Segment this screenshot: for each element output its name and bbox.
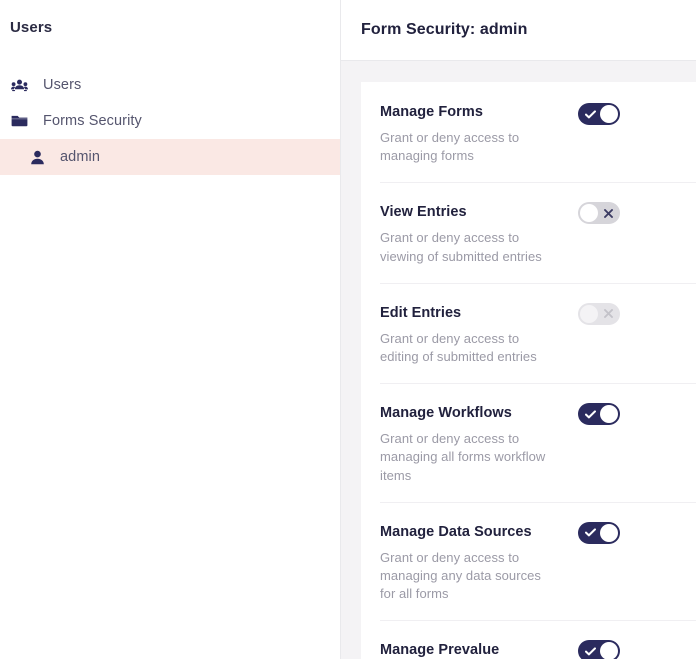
permission-title: Manage Prevalue Sources <box>380 642 500 659</box>
permission-title: View Entries <box>380 204 467 221</box>
check-icon <box>580 640 600 659</box>
permission-description: Grant or deny access to managing any dat… <box>380 549 541 602</box>
toggle-knob <box>580 204 598 223</box>
permission-title: Manage Forms <box>380 104 483 120</box>
sidebar-title: Users <box>10 19 53 36</box>
permission-description: Grant or deny access to viewing of submi… <box>380 230 542 264</box>
app-root: Users Users Forms Security admin Form Secu… <box>0 0 696 659</box>
close-icon <box>598 202 618 224</box>
users-group-icon <box>8 75 30 95</box>
sidebar-item-label: admin <box>60 149 100 165</box>
permission-row: Edit Entries Grant or deny access to edit… <box>380 284 696 385</box>
user-icon <box>26 147 48 167</box>
check-icon <box>580 403 600 425</box>
permission-header: Manage Forms <box>380 102 677 121</box>
permission-header: Manage Data Sources <box>380 522 677 541</box>
permission-header: Manage Workflows <box>380 403 677 422</box>
permission-title: Edit Entries <box>380 304 462 321</box>
toggle-knob <box>600 523 618 542</box>
permission-description: Grant or deny access to managing forms <box>380 130 520 164</box>
permission-toggle[interactable] <box>578 403 620 426</box>
permissions-card: Manage Forms Grant or deny access to mana… <box>361 82 696 659</box>
permission-toggle[interactable] <box>578 640 620 659</box>
permission-row: View Entries Grant or deny access to view… <box>380 183 696 284</box>
card-wrapper: Manage Forms Grant or deny access to mana… <box>341 61 696 659</box>
permission-header: View Entries <box>380 202 677 221</box>
sidebar-item-label: Users <box>43 77 82 93</box>
check-icon <box>580 522 600 544</box>
permission-row: Manage Workflows Grant or deny access to … <box>380 384 696 503</box>
close-icon <box>598 303 618 325</box>
permission-row: Manage Forms Grant or deny access to mana… <box>380 82 696 184</box>
permission-header: Edit Entries <box>380 303 677 322</box>
toggle-knob <box>600 642 618 659</box>
toggle-knob <box>580 304 598 323</box>
permission-row: Manage Prevalue SourcesGrant or deny acc… <box>380 621 696 659</box>
sidebar: Users Users Forms Security admin <box>0 0 341 659</box>
toggle-knob <box>600 105 618 123</box>
permission-description: Grant or deny access to editing of submi… <box>380 330 537 365</box>
permission-toggle[interactable] <box>578 103 620 125</box>
main-panel: Form Security: admin Manage Forms Grant o… <box>341 0 696 659</box>
sidebar-item-admin[interactable]: admin <box>0 139 340 175</box>
check-icon <box>580 103 600 125</box>
sidebar-item-label: Forms Security <box>43 113 142 129</box>
folder-icon <box>8 111 30 131</box>
permission-toggle <box>578 302 620 325</box>
permission-title: Manage Workflows <box>380 405 512 422</box>
permission-toggle[interactable] <box>578 202 620 225</box>
main-header: Form Security: admin <box>341 0 696 61</box>
permission-row: Manage Data Sources Grant or deny access … <box>380 503 696 622</box>
sidebar-nav: Users Forms Security admin <box>0 67 340 175</box>
toggle-knob <box>600 405 618 424</box>
sidebar-item-users[interactable]: Users <box>0 67 340 103</box>
permission-description: Grant or deny access to managing all for… <box>380 431 546 483</box>
sidebar-item-forms-security[interactable]: Forms Security <box>0 103 340 139</box>
permission-header: Manage Prevalue Sources <box>380 640 677 659</box>
page-title: Form Security: admin <box>361 21 528 38</box>
permission-title: Manage Data Sources <box>380 523 532 540</box>
permission-toggle[interactable] <box>578 521 620 544</box>
